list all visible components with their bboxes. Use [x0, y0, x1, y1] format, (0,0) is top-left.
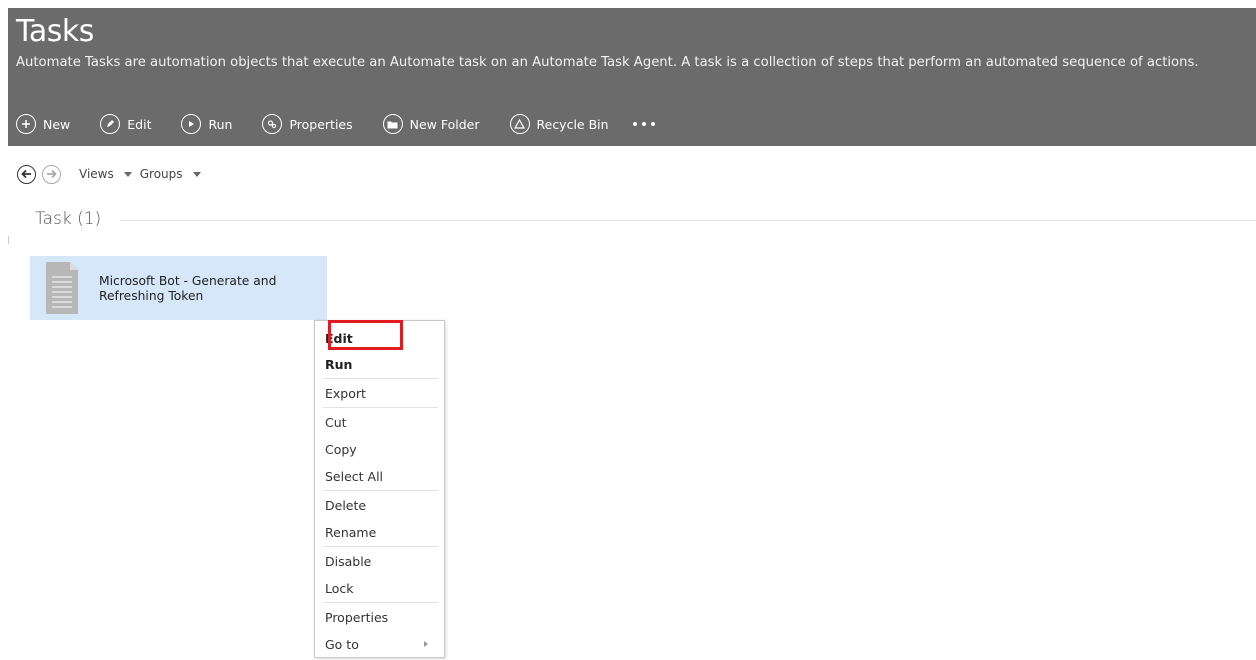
recycle-icon — [509, 114, 530, 134]
views-dropdown[interactable]: Views — [79, 167, 132, 181]
menu-item-go-to[interactable]: Go to — [323, 631, 436, 658]
task-tile[interactable]: Microsoft Bot - Generate and Refreshing … — [30, 256, 327, 320]
pane-divider — [8, 236, 9, 244]
recycle-bin-button[interactable]: Recycle Bin — [509, 114, 609, 134]
more-options-icon[interactable] — [632, 122, 655, 126]
new-folder-button-label: New Folder — [409, 116, 480, 132]
groups-dropdown[interactable]: Groups — [140, 167, 201, 181]
menu-separator — [323, 602, 438, 603]
run-button-label: Run — [208, 116, 233, 132]
task-name: Microsoft Bot - Generate and Refreshing … — [99, 274, 277, 303]
edit-button[interactable]: Edit — [100, 114, 151, 134]
properties-button[interactable]: Properties — [262, 114, 353, 134]
navigation-bar: Views Groups — [17, 162, 201, 186]
menu-item-run[interactable]: Run — [323, 351, 436, 378]
highlight-box — [328, 320, 403, 350]
run-button[interactable]: Run — [181, 114, 232, 134]
chevron-down-icon — [192, 172, 201, 177]
document-icon — [46, 262, 78, 314]
views-label: Views — [79, 167, 114, 181]
back-arrow-icon[interactable] — [17, 164, 36, 184]
chevron-right-icon — [424, 641, 428, 647]
gears-icon — [262, 114, 283, 134]
new-folder-button[interactable]: New Folder — [382, 114, 480, 134]
context-menu: Edit Run Export Cut Copy Select All Dele… — [314, 320, 445, 658]
chevron-down-icon — [123, 172, 132, 177]
page-description: Automate Tasks are automation objects th… — [16, 55, 1199, 70]
toolbar: New Edit Run Properties New Folder Recyc… — [16, 109, 655, 139]
menu-separator — [323, 407, 438, 408]
menu-separator — [323, 546, 438, 547]
plus-icon — [16, 114, 36, 134]
menu-item-rename[interactable]: Rename — [323, 519, 436, 546]
group-divider — [120, 220, 1256, 221]
edit-button-label: Edit — [127, 116, 152, 132]
menu-item-copy[interactable]: Copy — [323, 436, 436, 463]
header-banner: Tasks Automate Tasks are automation obje… — [8, 8, 1256, 146]
properties-button-label: Properties — [289, 116, 353, 132]
menu-separator — [323, 378, 438, 379]
new-button[interactable]: New — [16, 114, 70, 134]
go-to-label: Go to — [325, 637, 359, 652]
pencil-icon — [100, 114, 121, 134]
play-icon — [181, 114, 202, 134]
menu-item-select-all[interactable]: Select All — [323, 463, 436, 490]
menu-item-cut[interactable]: Cut — [323, 409, 436, 436]
menu-item-delete[interactable]: Delete — [323, 492, 436, 519]
menu-item-lock[interactable]: Lock — [323, 575, 436, 602]
groups-label: Groups — [139, 167, 183, 181]
menu-item-properties[interactable]: Properties — [323, 604, 436, 631]
menu-item-disable[interactable]: Disable — [323, 548, 436, 575]
new-button-label: New — [43, 116, 71, 132]
folder-icon — [382, 114, 403, 134]
menu-item-export[interactable]: Export — [323, 380, 436, 407]
group-header: Task (1) — [35, 209, 102, 229]
page-title: Tasks — [16, 14, 94, 49]
menu-separator — [323, 490, 438, 491]
forward-arrow-icon[interactable] — [42, 164, 61, 184]
recycle-bin-button-label: Recycle Bin — [536, 116, 609, 132]
